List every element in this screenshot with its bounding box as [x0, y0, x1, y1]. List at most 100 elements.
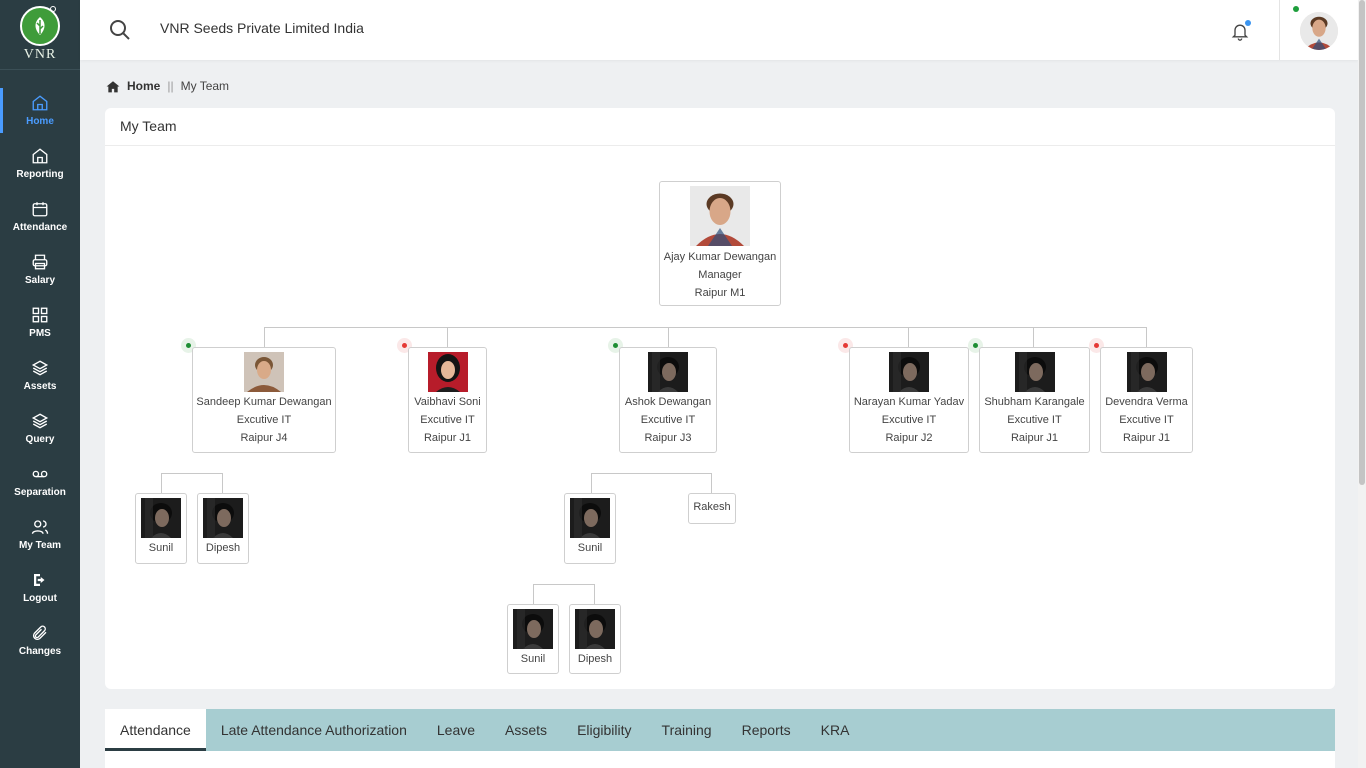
sidebar-item-attendance[interactable]: Attendance [0, 190, 80, 243]
sidebar: VNR Home Reporting Attendance Salary PMS… [0, 0, 80, 768]
vnr-logo[interactable]: VNR [0, 0, 80, 70]
sidebar-item-changes[interactable]: Changes [0, 614, 80, 667]
tab-leave[interactable]: Leave [422, 709, 490, 751]
sidebar-item-reporting[interactable]: Reporting [0, 137, 80, 190]
search-icon[interactable] [108, 18, 132, 42]
divider [105, 145, 1335, 146]
tab-attendance[interactable]: Attendance [105, 709, 206, 751]
org-node-report[interactable]: Ashok Dewangan Excutive IT Raipur J3 [619, 347, 717, 453]
org-node-report[interactable]: Vaibhavi Soni Excutive IT Raipur J1 [408, 347, 487, 453]
sidebar-item-label: Logout [23, 593, 57, 604]
avatar [570, 498, 610, 538]
org-node-member[interactable]: Sunil [135, 493, 187, 564]
node-name: Vaibhavi Soni [414, 396, 481, 408]
node-name: Narayan Kumar Yadav [853, 396, 965, 408]
tree-connector [591, 473, 592, 493]
layers-icon [31, 413, 49, 429]
tab-eligibility[interactable]: Eligibility [562, 709, 646, 751]
node-location: Raipur M1 [694, 287, 746, 299]
printer-icon [32, 254, 48, 270]
org-node-report[interactable]: Shubham Karangale Excutive IT Raipur J1 [979, 347, 1090, 453]
node-location: Raipur J1 [1122, 432, 1171, 444]
node-name: Sandeep Kumar Dewangan [196, 396, 332, 408]
logo-text: VNR [23, 47, 57, 62]
sidebar-item-label: Query [25, 434, 55, 445]
tree-connector [1033, 327, 1034, 347]
tab-assets[interactable]: Assets [490, 709, 562, 751]
sidebar-nav: Home Reporting Attendance Salary PMS Ass… [0, 84, 80, 667]
tree-connector [533, 584, 595, 585]
node-name: Sunil [577, 542, 603, 554]
sidebar-item-pms[interactable]: PMS [0, 296, 80, 349]
home-icon [32, 95, 48, 111]
node-name: Ajay Kumar Dewangan [663, 251, 777, 263]
node-name: Dipesh [577, 653, 613, 665]
org-node-member[interactable]: Sunil [507, 604, 559, 674]
node-name: Sunil [148, 542, 174, 554]
sidebar-item-separation[interactable]: Separation [0, 455, 80, 508]
sidebar-item-label: Attendance [12, 222, 68, 233]
node-role: Manager [698, 269, 742, 281]
sidebar-item-label: Changes [18, 646, 62, 657]
breadcrumb-home[interactable]: Home [127, 79, 160, 93]
tab-bar: Attendance Late Attendance Authorization… [105, 709, 1335, 751]
node-name: Rakesh [693, 501, 731, 513]
logout-icon [34, 574, 45, 586]
org-node-member[interactable]: Dipesh [197, 493, 249, 564]
org-node-member[interactable]: Sunil [564, 493, 616, 564]
voicemail-icon [32, 470, 48, 478]
users-icon [31, 520, 49, 534]
sidebar-item-assets[interactable]: Assets [0, 349, 80, 402]
sidebar-item-label: Reporting [16, 169, 64, 180]
sidebar-item-query[interactable]: Query [0, 402, 80, 455]
node-location: Raipur J1 [1010, 432, 1059, 444]
online-indicator [1293, 6, 1299, 12]
tab-training[interactable]: Training [647, 709, 727, 751]
sidebar-item-label: Salary [24, 275, 56, 286]
tree-connector [222, 473, 223, 493]
node-name: Shubham Karangale [984, 396, 1085, 408]
org-node-manager[interactable]: Ajay Kumar Dewangan Manager Raipur M1 [659, 181, 781, 306]
sidebar-item-home[interactable]: Home [0, 84, 80, 137]
org-node-member[interactable]: Dipesh [569, 604, 621, 674]
avatar [889, 352, 929, 392]
top-bar: VNR Seeds Private Limited India [80, 0, 1358, 60]
sidebar-item-label: Assets [23, 381, 57, 392]
avatar [1126, 352, 1167, 392]
org-node-report[interactable]: Sandeep Kumar Dewangan Excutive IT Raipu… [192, 347, 336, 453]
breadcrumb-separator: || [167, 79, 174, 93]
breadcrumb-current: My Team [180, 79, 230, 93]
tab-content-panel [105, 751, 1335, 768]
org-node-report[interactable]: Devendra Verma Excutive IT Raipur J1 [1100, 347, 1193, 453]
avatar [648, 352, 688, 392]
avatar [203, 498, 243, 538]
divider [1279, 0, 1280, 60]
tree-connector [533, 584, 534, 604]
tab-kra[interactable]: KRA [806, 709, 865, 751]
sidebar-item-label: Separation [14, 487, 66, 498]
tab-reports[interactable]: Reports [727, 709, 806, 751]
avatar [513, 609, 553, 649]
org-node-report[interactable]: Narayan Kumar Yadav Excutive IT Raipur J… [849, 347, 969, 453]
paperclip-icon [33, 625, 47, 640]
node-location: Raipur J3 [644, 432, 692, 444]
layers-icon [31, 360, 49, 376]
home-icon[interactable] [106, 80, 120, 93]
org-node-member[interactable]: Rakesh [688, 493, 736, 524]
notification-dot [1245, 20, 1251, 26]
tree-connector [594, 584, 595, 604]
node-role: Excutive IT [236, 414, 292, 426]
sidebar-item-my-team[interactable]: My Team [0, 508, 80, 561]
tree-connector [1146, 327, 1147, 347]
avatar [244, 352, 284, 392]
tree-connector [161, 473, 223, 474]
tab-late-attendance-authorization[interactable]: Late Attendance Authorization [206, 709, 422, 751]
scrollbar-thumb[interactable] [1359, 0, 1365, 485]
sidebar-item-salary[interactable]: Salary [0, 243, 80, 296]
sidebar-item-logout[interactable]: Logout [0, 561, 80, 614]
node-name: Sunil [520, 653, 546, 665]
tree-connector [264, 327, 1147, 328]
user-avatar[interactable] [1300, 12, 1338, 50]
tree-connector [908, 327, 909, 347]
node-name: Ashok Dewangan [624, 396, 712, 408]
